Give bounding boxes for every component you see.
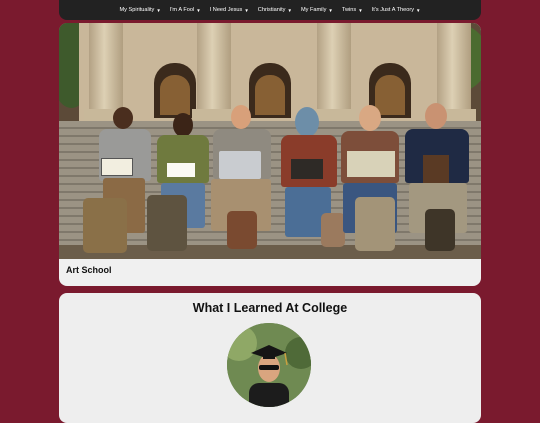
nav-item-christianity[interactable]: Christianity ▼ xyxy=(258,7,292,13)
caret-down-icon: ▼ xyxy=(328,7,333,13)
nav-item-its-just-a-theory[interactable]: It's Just A Theory ▼ xyxy=(372,7,421,13)
caret-down-icon: ▼ xyxy=(196,7,201,13)
top-navbar: My Spirituality ▼ I'm A Fool ▼ I Need Je… xyxy=(59,0,481,20)
bag xyxy=(321,213,345,247)
caret-down-icon: ▼ xyxy=(287,7,292,13)
caret-down-icon: ▼ xyxy=(358,7,363,13)
graduate-avatar-image[interactable] xyxy=(227,323,311,407)
caret-down-icon: ▼ xyxy=(156,7,161,13)
nav-item-label: I Need Jesus xyxy=(209,7,243,13)
post-card-art-school[interactable]: Art School xyxy=(59,23,481,286)
nav-item-label: Twins xyxy=(341,7,357,13)
bag xyxy=(227,211,257,249)
backpack xyxy=(83,198,127,253)
nav-item-label: I'm A Fool xyxy=(169,7,195,13)
nav-item-twins[interactable]: Twins ▼ xyxy=(342,7,363,13)
nav-item-label: My Spirituality xyxy=(119,7,155,13)
nav-item-label: My Family xyxy=(300,7,327,13)
nav-item-my-family[interactable]: My Family ▼ xyxy=(301,7,333,13)
nav-item-label: It's Just A Theory xyxy=(371,7,414,13)
backpack xyxy=(355,197,395,251)
backpack xyxy=(425,209,455,251)
nav-item-label: Christianity xyxy=(257,7,286,13)
caret-down-icon: ▼ xyxy=(244,7,249,13)
nav-item-im-a-fool[interactable]: I'm A Fool ▼ xyxy=(170,7,201,13)
nav-item-i-need-jesus[interactable]: I Need Jesus ▼ xyxy=(210,7,249,13)
caret-down-icon: ▼ xyxy=(416,7,421,13)
nav-item-my-spirituality[interactable]: My Spirituality ▼ xyxy=(120,7,161,13)
post-card-what-i-learned[interactable]: What I Learned At College xyxy=(59,293,481,423)
post-title[interactable]: What I Learned At College xyxy=(59,301,481,315)
students-on-steps-image[interactable] xyxy=(59,23,481,259)
backpack xyxy=(147,195,187,251)
post-title[interactable]: Art School xyxy=(66,265,112,275)
